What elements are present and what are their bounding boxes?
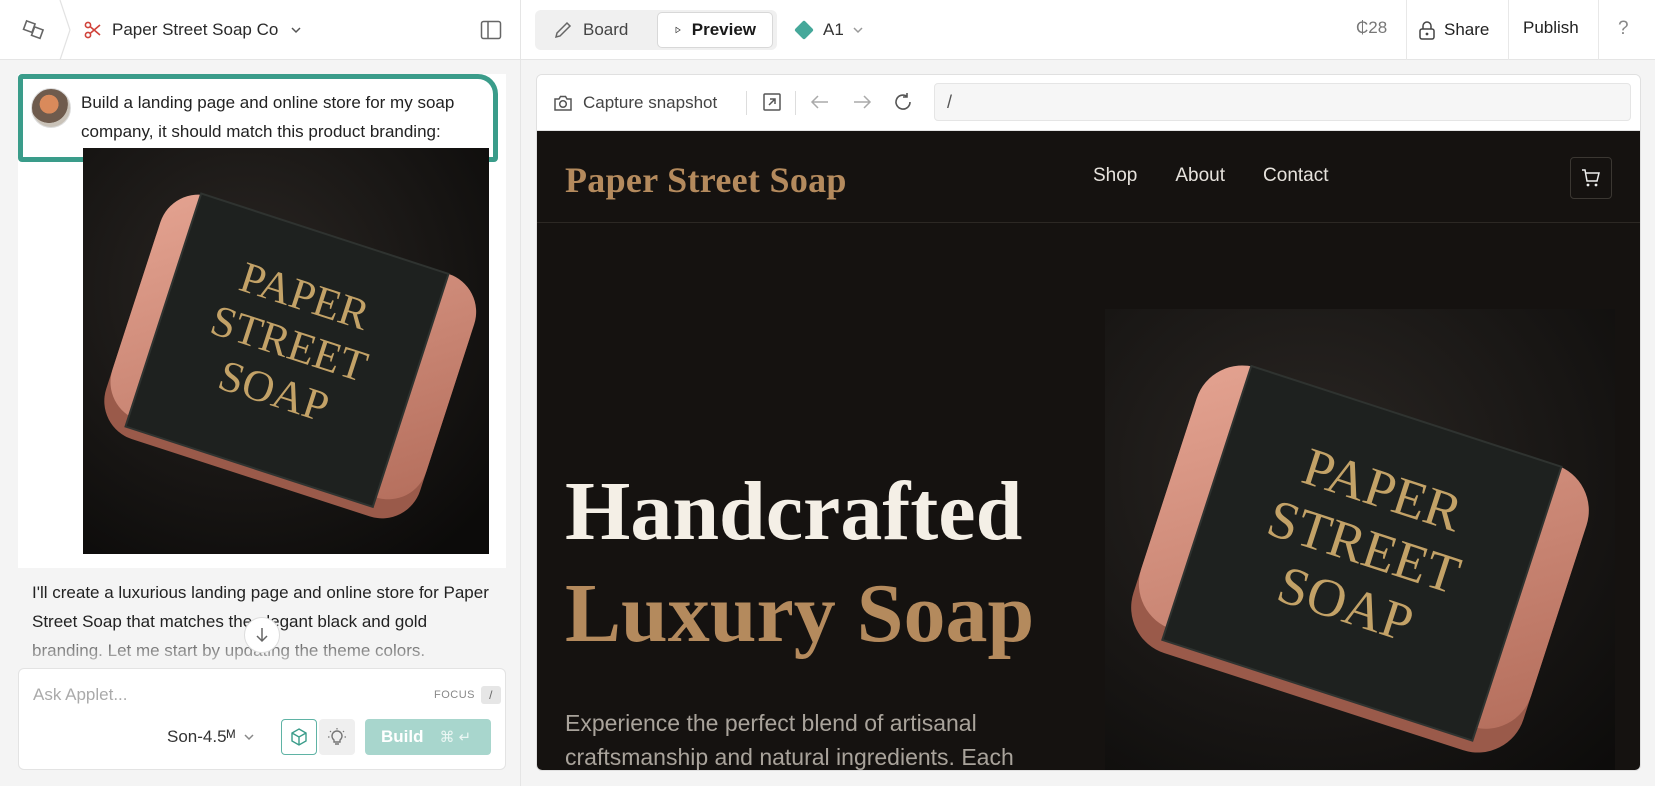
scissors-icon: [84, 21, 101, 39]
scroll-to-bottom-button[interactable]: [244, 617, 280, 653]
nav-about[interactable]: About: [1175, 165, 1225, 187]
site-preview: Paper Street Soap Shop About Contact Han…: [537, 131, 1640, 770]
browser-toolbar: Capture snapshot /: [537, 75, 1640, 131]
build-label: Build: [381, 727, 424, 746]
play-icon: [675, 26, 681, 34]
view-switcher: Board Preview: [535, 10, 777, 50]
publish-button[interactable]: Publish: [1523, 18, 1579, 38]
capture-snapshot-button[interactable]: Capture snapshot: [553, 89, 717, 117]
divider: [746, 91, 747, 115]
project-name: Paper Street Soap Co: [112, 20, 279, 39]
hero-heading-line2: Luxury Soap: [565, 567, 1035, 660]
build-shortcut: ⌘ ↵: [439, 729, 472, 746]
help-button[interactable]: ?: [1618, 18, 1629, 40]
credits-counter: ₵28: [1356, 18, 1388, 37]
share-label: Share: [1444, 20, 1490, 39]
divider: [1598, 0, 1599, 60]
url-bar[interactable]: /: [934, 83, 1631, 121]
site-nav-links: Shop About Contact: [1093, 165, 1329, 187]
top-bar: Paper Street Soap Co Board Preview A1 ₵2…: [0, 0, 1655, 60]
model-selector[interactable]: Son-4.5ᴹ: [167, 727, 255, 747]
app-logo-icon[interactable]: [22, 18, 48, 42]
breadcrumb-separator-icon: [59, 0, 71, 60]
site-header: Paper Street Soap Shop About Contact: [537, 131, 1640, 223]
diamond-icon: [794, 20, 814, 40]
nav-shop[interactable]: Shop: [1093, 165, 1137, 187]
capture-label: Capture snapshot: [583, 93, 718, 112]
hero-heading-line1: Handcrafted: [565, 465, 1023, 558]
focus-key: /: [481, 686, 501, 704]
cart-icon: [1582, 169, 1600, 187]
build-button[interactable]: Build ⌘ ↵: [365, 719, 491, 755]
divider: [1508, 0, 1509, 60]
chevron-down-icon: [244, 734, 254, 741]
focus-hint: FOCUS /: [434, 686, 501, 704]
variant-label: A1: [823, 20, 844, 39]
hero-product-image: PAPER STREET SOAP: [1105, 309, 1615, 770]
arrow-down-icon: [256, 628, 268, 643]
variant-selector[interactable]: A1: [794, 16, 864, 44]
nav-contact[interactable]: Contact: [1263, 165, 1328, 187]
back-arrow-icon[interactable]: [809, 91, 831, 113]
share-button[interactable]: Share: [1418, 16, 1489, 44]
attached-soap-image[interactable]: PAPER STREET SOAP: [83, 148, 489, 554]
tab-board[interactable]: Board: [537, 12, 655, 48]
tab-preview[interactable]: Preview: [657, 12, 773, 48]
tab-board-label: Board: [583, 20, 629, 39]
lock-icon: [1419, 21, 1435, 40]
lightbulb-icon: [328, 728, 346, 745]
model-label: Son-4.5ᴹ: [167, 727, 236, 746]
refresh-icon[interactable]: [892, 91, 914, 113]
open-external-icon[interactable]: [761, 91, 783, 113]
ideas-toggle[interactable]: [319, 719, 355, 755]
chevron-down-icon: [853, 27, 863, 34]
hero-description: Experience the perfect blend of artisana…: [565, 710, 1014, 770]
ask-input[interactable]: [33, 681, 393, 709]
toggle-sidebar-icon[interactable]: [480, 20, 502, 40]
build-mode-toggle[interactable]: [281, 719, 317, 755]
browser-preview: Capture snapshot / Paper Street Soap Sho…: [536, 74, 1641, 771]
cart-button[interactable]: [1570, 157, 1612, 199]
tab-preview-label: Preview: [691, 20, 756, 39]
cube-icon: [291, 728, 307, 746]
project-switcher[interactable]: Paper Street Soap Co: [84, 16, 302, 44]
camera-icon: [554, 95, 572, 111]
forward-arrow-icon[interactable]: [851, 91, 873, 113]
focus-hint-label: FOCUS: [434, 689, 475, 701]
divider: [795, 91, 796, 115]
chevron-down-icon: [291, 27, 301, 34]
pencil-icon: [554, 21, 572, 39]
divider: [1406, 0, 1407, 60]
chat-composer: FOCUS / Son-4.5ᴹ Build ⌘ ↵: [18, 668, 506, 770]
site-logo[interactable]: Paper Street Soap: [565, 159, 847, 201]
